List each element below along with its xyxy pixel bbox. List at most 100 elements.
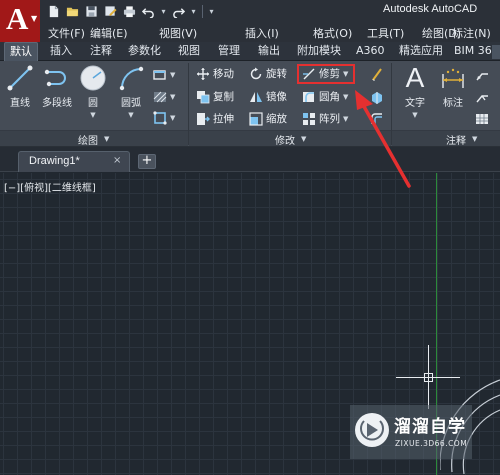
leader-button[interactable] [475, 66, 489, 83]
customize-toolbar-icon[interactable]: ▾ [208, 7, 215, 16]
dimension-icon [438, 63, 468, 93]
modify-panel-footer[interactable]: 修改 ▼ [189, 130, 391, 147]
offset-icon [371, 112, 382, 124]
redo-dropdown-icon[interactable]: ▾ [190, 7, 197, 16]
watermark-name: 溜溜自学 [394, 417, 466, 437]
tab-view[interactable]: 视图 [178, 42, 200, 61]
tab-insert[interactable]: 插入 [50, 42, 72, 61]
menu-insert[interactable]: 插入(I) [245, 25, 279, 41]
open-folder-icon[interactable] [65, 4, 80, 19]
multileader-icon [476, 94, 488, 102]
crosshair-pickbox [424, 373, 433, 382]
chevron-down-icon: ▼ [31, 14, 38, 23]
rotate-button[interactable]: 旋转 [249, 65, 287, 82]
menu-edit[interactable]: 编辑(E) [90, 25, 128, 41]
boundary-button[interactable]: ▼ [153, 109, 175, 126]
menu-tools[interactable]: 工具(T) [367, 25, 404, 41]
document-tab-label: Drawing1* [29, 155, 80, 167]
leader-icon [476, 72, 488, 80]
save-as-icon[interactable] [103, 4, 118, 19]
chevron-down-icon: ▼ [170, 113, 176, 122]
menu-view[interactable]: 视图(V) [159, 25, 197, 41]
arc-icon [116, 63, 146, 93]
text-button[interactable]: A 文字 ▼ [399, 63, 431, 120]
new-tab-button[interactable]: + [138, 154, 156, 169]
fillet-button[interactable]: 圆角 ▼ [302, 88, 348, 105]
arc-button[interactable]: 圆弧 ▼ [114, 63, 148, 120]
document-tab[interactable]: Drawing1* × [18, 151, 130, 172]
chevron-down-icon: ▼ [90, 111, 96, 119]
tab-bim360[interactable]: BIM 36 [454, 42, 492, 61]
circle-icon [78, 63, 108, 93]
quick-access-toolbar: ▾ ▾ ▾ [46, 3, 215, 19]
text-icon: A [405, 62, 425, 93]
chevron-down-icon: ▼ [343, 114, 349, 123]
ribbon-tab-overflow[interactable] [492, 45, 500, 59]
tab-parametric[interactable]: 参数化 [128, 42, 161, 61]
scale-icon [249, 111, 263, 126]
line-button[interactable]: 直线 [3, 63, 37, 109]
chevron-down-icon: ▼ [128, 111, 134, 119]
chevron-down-icon: ▼ [472, 135, 478, 143]
print-icon[interactable] [122, 4, 137, 19]
stretch-icon [197, 112, 210, 125]
tab-home[interactable]: 默认 [4, 42, 38, 61]
app-title: Autodesk AutoCAD [383, 3, 478, 15]
boundary-icon [153, 110, 167, 125]
save-icon[interactable] [84, 4, 99, 19]
menu-format[interactable]: 格式(O) [313, 25, 352, 41]
tab-output[interactable]: 输出 [258, 42, 280, 61]
menu-bar: 文件(F) 编辑(E) 视图(V) 插入(I) 格式(O) 工具(T) 绘图(D… [40, 22, 500, 42]
new-file-icon[interactable] [46, 4, 61, 19]
tab-featured-apps[interactable]: 精选应用 [399, 42, 443, 61]
line-icon [5, 63, 35, 93]
ribbon-panel: 直线 多段线 圆 ▼ 圆弧 ▼ ▼ ▼ ▼ 移动 旋转 修剪 ▼ 复制 镜像 圆… [0, 61, 500, 147]
multileader-button[interactable] [475, 88, 489, 105]
trim-highlight-box [297, 64, 355, 84]
scale-button[interactable]: 缩放 [249, 110, 287, 127]
table-button[interactable] [475, 110, 489, 127]
watermark: 溜溜自学 ZIXUE.3D66.COM [350, 405, 472, 459]
title-bar: ▾ ▾ ▾ Autodesk AutoCAD [0, 0, 500, 22]
tab-manage[interactable]: 管理 [218, 42, 240, 61]
explode-button[interactable] [370, 88, 384, 105]
draw-panel-footer[interactable]: 绘图 ▼ [0, 130, 188, 147]
array-button[interactable]: 阵列 ▼ [302, 110, 348, 127]
move-button[interactable]: 移动 [196, 65, 234, 82]
tab-a360[interactable]: A360 [356, 42, 385, 61]
chevron-down-icon: ▼ [412, 111, 418, 119]
rectangle-button[interactable]: ▼ [153, 66, 175, 83]
fillet-icon [303, 91, 314, 102]
chevron-down-icon: ▼ [301, 135, 307, 143]
circle-button[interactable]: 圆 ▼ [78, 63, 108, 120]
tab-addins[interactable]: 附加模块 [297, 42, 341, 61]
chevron-down-icon: ▼ [170, 92, 176, 101]
menu-file[interactable]: 文件(F) [48, 25, 85, 41]
offset-button[interactable] [370, 110, 384, 127]
mirror-icon [250, 91, 262, 102]
tab-annotate[interactable]: 注释 [90, 42, 112, 61]
viewport-controls-label[interactable]: [−][俯视][二维线框] [4, 179, 96, 194]
watermark-url: ZIXUE.3D66.COM [395, 439, 468, 448]
close-icon[interactable]: × [113, 155, 121, 166]
dimension-button[interactable]: 标注 [437, 63, 469, 109]
undo-icon[interactable] [141, 4, 156, 19]
chevron-down-icon: ▼ [170, 70, 176, 79]
application-menu-button[interactable]: A ▼ [0, 0, 40, 42]
annotation-panel-footer[interactable]: 注释 ▼ [392, 130, 500, 147]
hatch-button[interactable]: ▼ [153, 88, 175, 105]
document-tab-bar: Drawing1* × + [0, 147, 500, 172]
copy-button[interactable]: 复制 [196, 88, 234, 105]
polyline-button[interactable]: 多段线 [38, 63, 76, 109]
ribbon-tab-bar: 默认 插入 注释 参数化 视图 管理 输出 附加模块 A360 精选应用 BIM… [0, 42, 500, 61]
redo-icon[interactable] [171, 4, 186, 19]
rectangle-icon [153, 69, 166, 80]
copy-icon [197, 90, 210, 103]
explode-icon [372, 91, 382, 104]
mirror-button[interactable]: 镜像 [249, 88, 287, 105]
menu-dimension[interactable]: 标注(N) [452, 25, 491, 41]
undo-dropdown-icon[interactable]: ▾ [160, 7, 167, 16]
hatch-icon [153, 91, 167, 102]
stretch-button[interactable]: 拉伸 [196, 110, 234, 127]
erase-button[interactable] [370, 65, 384, 82]
